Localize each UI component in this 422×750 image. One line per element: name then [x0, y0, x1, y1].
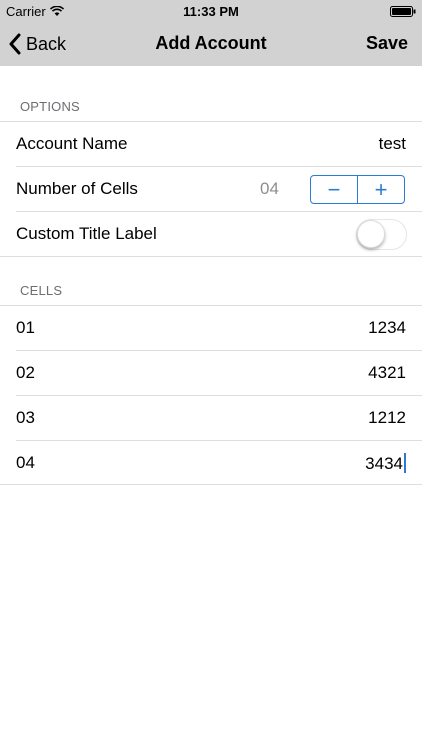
account-name-label: Account Name — [16, 134, 128, 153]
separator — [0, 484, 422, 485]
cell-value-field[interactable]: 1212 — [368, 408, 406, 428]
cell-label: 04 — [16, 453, 35, 472]
status-time: 11:33 PM — [183, 4, 239, 19]
navigation-bar: Back Add Account Save — [0, 22, 422, 66]
cell-value-text: 3434 — [365, 454, 403, 473]
number-of-cells-label: Number of Cells — [16, 179, 138, 198]
cell-value-field-focused[interactable]: 3434 — [365, 453, 406, 474]
battery-icon — [390, 6, 416, 17]
custom-title-toggle[interactable] — [356, 219, 407, 250]
cell-row[interactable]: 03 1212 — [0, 396, 422, 441]
custom-title-row: Custom Title Label — [0, 212, 422, 257]
stepper-decrement-button[interactable]: − — [311, 176, 357, 203]
custom-title-label: Custom Title Label — [16, 224, 157, 243]
top-bar: Carrier 11:33 PM Back Add Account Save — [0, 0, 422, 66]
cell-label: 02 — [16, 363, 35, 382]
options-section-header: OPTIONS — [20, 99, 80, 114]
page-title: Add Account — [155, 33, 267, 53]
account-name-field[interactable]: test — [379, 134, 406, 154]
cell-value-field[interactable]: 1234 — [368, 318, 406, 338]
cells-section-header: CELLS — [20, 283, 63, 298]
cell-row[interactable]: 01 1234 — [0, 306, 422, 351]
cell-value-field[interactable]: 4321 — [368, 363, 406, 383]
separator — [0, 256, 422, 257]
number-of-cells-value: 04 — [260, 179, 279, 198]
stepper-increment-button[interactable]: + — [357, 176, 404, 203]
cell-row[interactable]: 04 3434 — [0, 441, 422, 486]
toggle-knob — [357, 220, 385, 248]
cells-stepper[interactable]: − + — [310, 175, 405, 204]
status-bar: Carrier 11:33 PM — [0, 0, 422, 22]
cell-label: 01 — [16, 318, 35, 337]
account-name-row[interactable]: Account Name test — [0, 122, 422, 167]
text-caret — [404, 453, 406, 473]
save-button[interactable]: Save — [366, 33, 408, 54]
cell-label: 03 — [16, 408, 35, 427]
number-of-cells-row: Number of Cells 04 − + — [0, 167, 422, 212]
cell-row[interactable]: 02 4321 — [0, 351, 422, 396]
